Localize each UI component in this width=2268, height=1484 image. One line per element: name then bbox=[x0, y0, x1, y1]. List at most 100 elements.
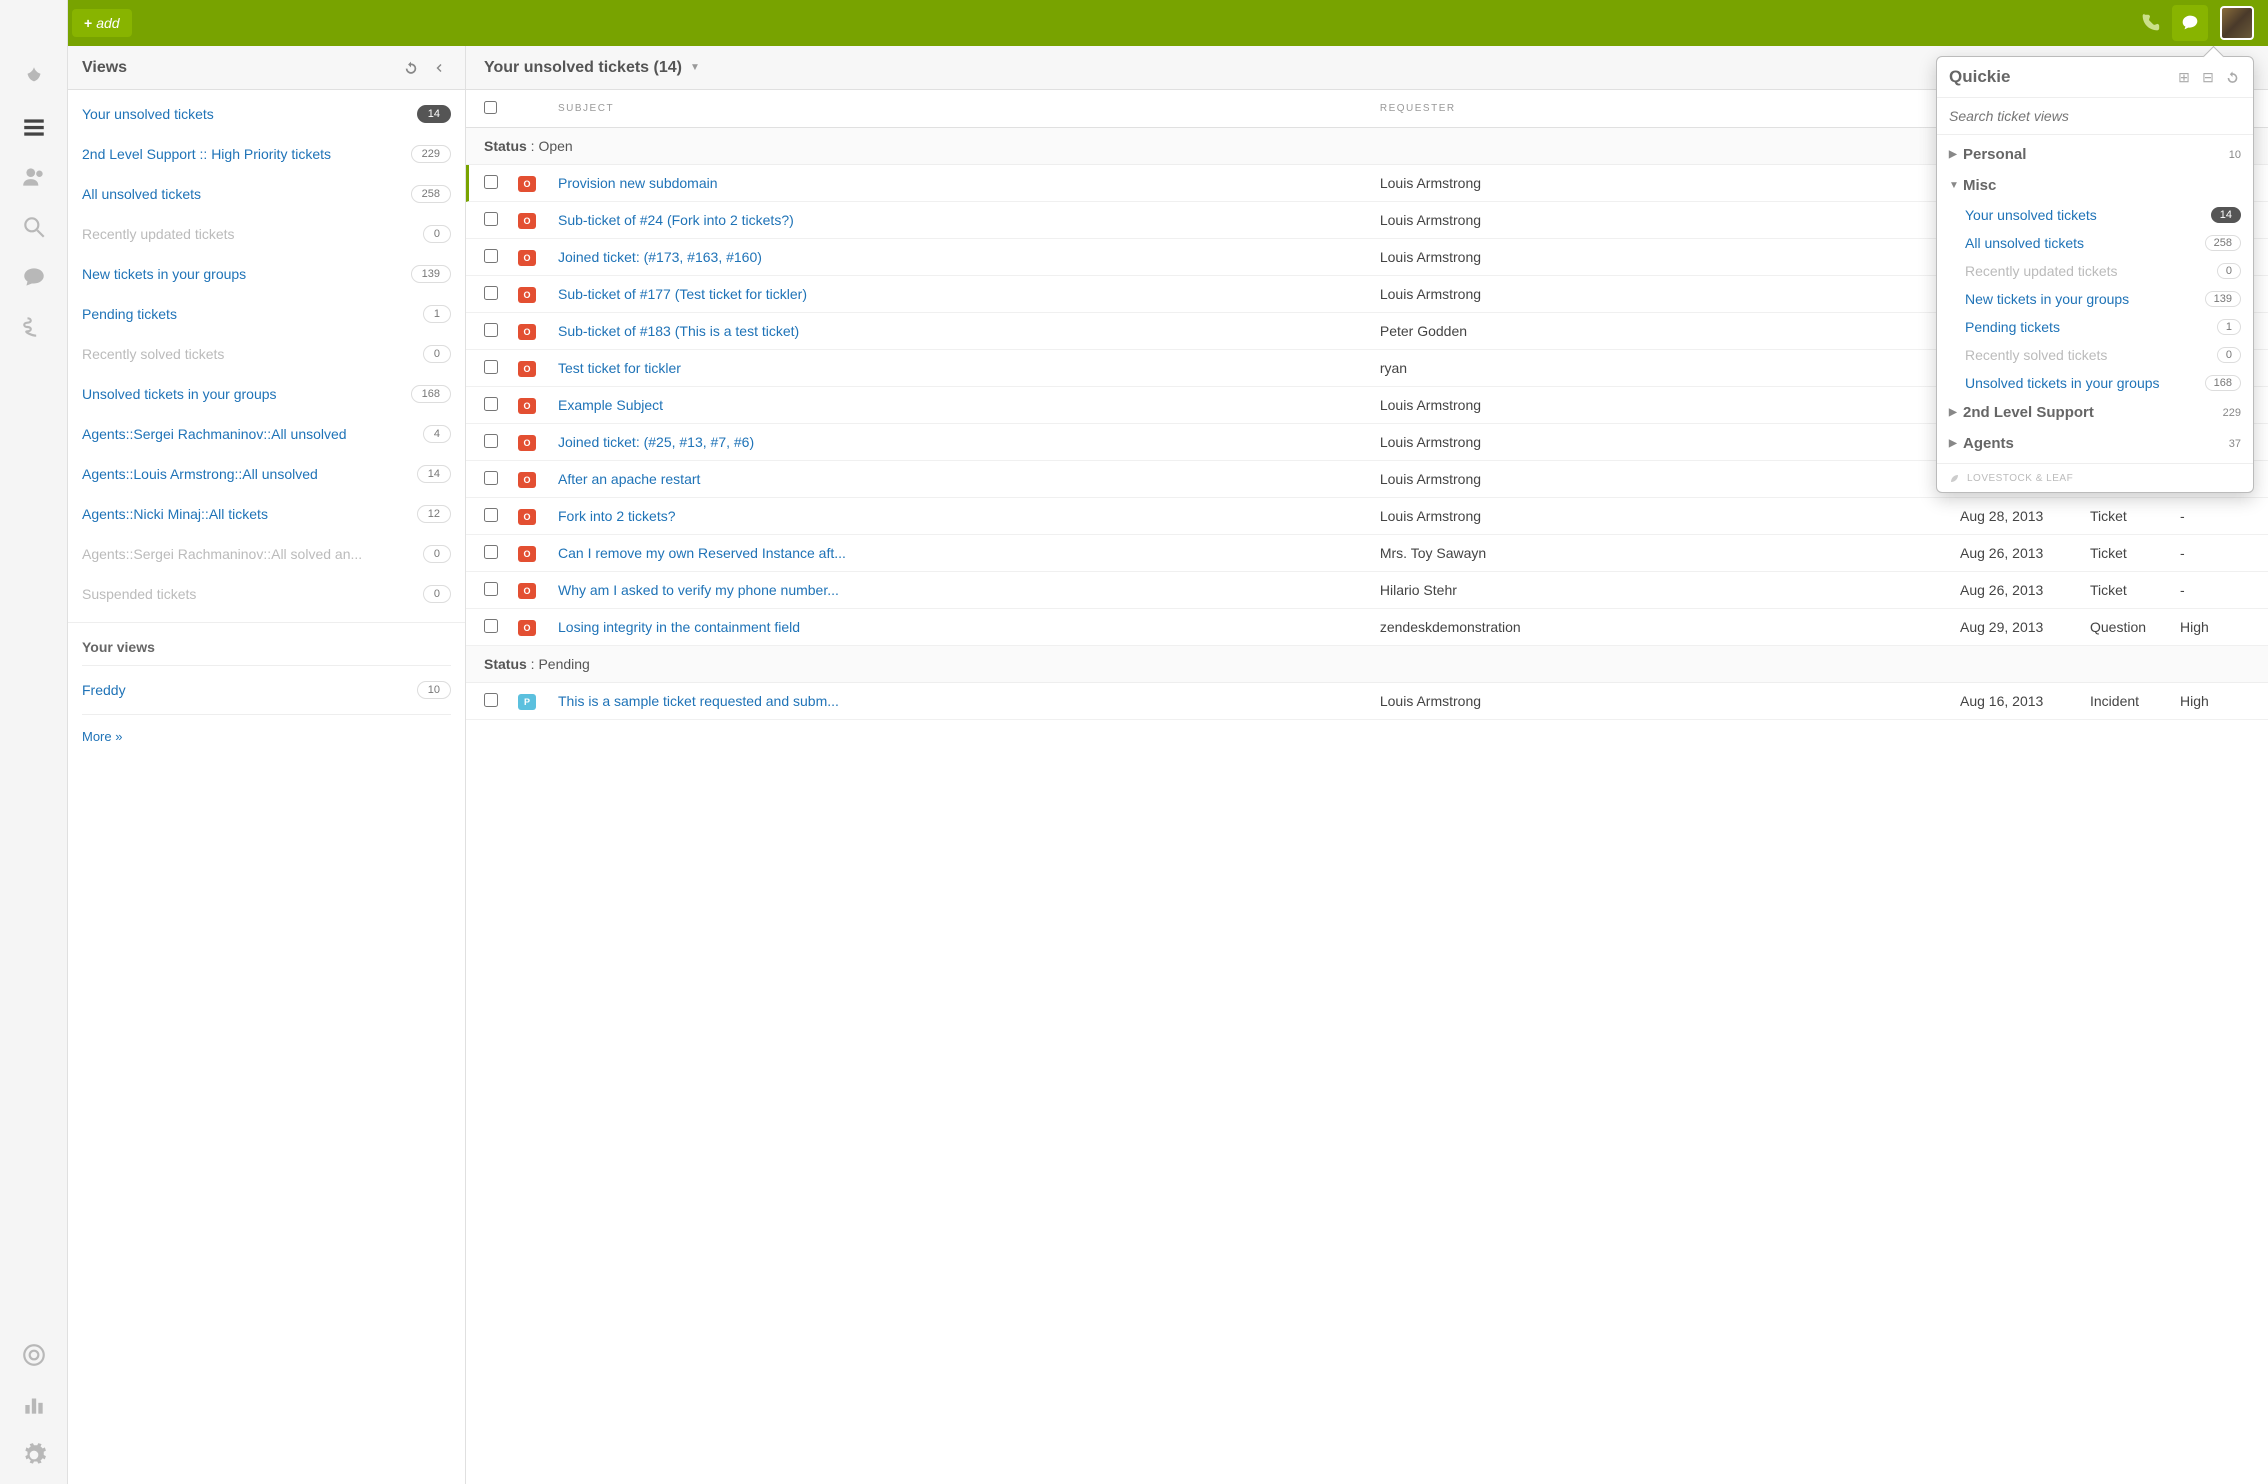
ticket-subject[interactable]: Losing integrity in the containment fiel… bbox=[558, 619, 1380, 635]
view-count: 4 bbox=[423, 425, 451, 443]
ticket-subject[interactable]: Sub-ticket of #183 (This is a test ticke… bbox=[558, 323, 1380, 339]
quickie-toggle-button[interactable] bbox=[2172, 5, 2208, 41]
col-subject[interactable]: SUBJECT bbox=[558, 103, 1380, 114]
topbar: + add bbox=[0, 0, 2268, 46]
quickie-item[interactable]: Your unsolved tickets14 bbox=[1937, 201, 2253, 229]
ticket-subject[interactable]: This is a sample ticket requested and su… bbox=[558, 693, 1380, 709]
view-item[interactable]: Agents::Sergei Rachmaninov::All solved a… bbox=[68, 534, 465, 574]
view-item[interactable]: All unsolved tickets258 bbox=[68, 174, 465, 214]
view-item[interactable]: Suspended tickets0 bbox=[68, 574, 465, 614]
view-item[interactable]: Pending tickets1 bbox=[68, 294, 465, 334]
row-checkbox[interactable] bbox=[484, 175, 498, 189]
ticket-row[interactable]: OLosing integrity in the containment fie… bbox=[466, 609, 2268, 646]
rail-chat[interactable] bbox=[13, 256, 55, 298]
row-checkbox[interactable] bbox=[484, 323, 498, 337]
rail-search[interactable] bbox=[13, 206, 55, 248]
view-item[interactable]: 2nd Level Support :: High Priority ticke… bbox=[68, 134, 465, 174]
quickie-item-label: Recently solved tickets bbox=[1965, 347, 2217, 363]
views-list: Your unsolved tickets142nd Level Support… bbox=[68, 90, 465, 1484]
row-checkbox[interactable] bbox=[484, 212, 498, 226]
view-label: Unsolved tickets in your groups bbox=[82, 386, 411, 402]
view-item[interactable]: Recently solved tickets0 bbox=[68, 334, 465, 374]
rail-settings[interactable] bbox=[13, 1434, 55, 1476]
row-checkbox[interactable] bbox=[484, 286, 498, 300]
row-checkbox[interactable] bbox=[484, 619, 498, 633]
quickie-item-count: 14 bbox=[2211, 207, 2241, 223]
quickie-item[interactable]: Recently solved tickets0 bbox=[1937, 341, 2253, 369]
status-badge: O bbox=[518, 287, 536, 303]
rail-spring[interactable] bbox=[13, 306, 55, 348]
select-all-checkbox[interactable] bbox=[484, 101, 497, 114]
row-checkbox[interactable] bbox=[484, 249, 498, 263]
row-checkbox[interactable] bbox=[484, 545, 498, 559]
row-checkbox[interactable] bbox=[484, 582, 498, 596]
view-item[interactable]: Agents::Sergei Rachmaninov::All unsolved… bbox=[68, 414, 465, 454]
row-checkbox[interactable] bbox=[484, 693, 498, 707]
quickie-item[interactable]: Pending tickets1 bbox=[1937, 313, 2253, 341]
add-button[interactable]: + add bbox=[72, 9, 132, 37]
avatar[interactable] bbox=[2220, 6, 2254, 40]
quickie-group[interactable]: ▶Personal10 bbox=[1937, 139, 2253, 170]
ticket-row[interactable]: PThis is a sample ticket requested and s… bbox=[466, 683, 2268, 720]
quickie-group[interactable]: ▼Misc bbox=[1937, 170, 2253, 201]
bar-chart-icon bbox=[21, 1392, 47, 1418]
ticket-subject[interactable]: Sub-ticket of #177 (Test ticket for tick… bbox=[558, 286, 1380, 302]
ticket-subject[interactable]: Example Subject bbox=[558, 397, 1380, 413]
ticket-type: Ticket bbox=[2090, 545, 2180, 561]
ticket-subject[interactable]: Joined ticket: (#25, #13, #7, #6) bbox=[558, 434, 1380, 450]
view-item[interactable]: Your unsolved tickets14 bbox=[68, 94, 465, 134]
row-checkbox[interactable] bbox=[484, 360, 498, 374]
row-checkbox[interactable] bbox=[484, 471, 498, 485]
phone-icon-button[interactable] bbox=[2132, 5, 2168, 41]
ticket-subject[interactable]: Joined ticket: (#173, #163, #160) bbox=[558, 249, 1380, 265]
ticket-subject[interactable]: Fork into 2 tickets? bbox=[558, 508, 1380, 524]
ticket-subject[interactable]: After an apache restart bbox=[558, 471, 1380, 487]
quickie-collapse-button[interactable]: ⊟ bbox=[2199, 68, 2217, 86]
rail-home[interactable] bbox=[13, 56, 55, 98]
ticket-subject[interactable]: Sub-ticket of #24 (Fork into 2 tickets?) bbox=[558, 212, 1380, 228]
rail-views[interactable] bbox=[13, 106, 55, 148]
refresh-views-button[interactable] bbox=[399, 56, 423, 80]
quickie-search-input[interactable] bbox=[1937, 98, 2253, 135]
quickie-group[interactable]: ▶2nd Level Support229 bbox=[1937, 397, 2253, 428]
rail-help[interactable] bbox=[13, 1334, 55, 1376]
quickie-group[interactable]: ▶Agents37 bbox=[1937, 428, 2253, 459]
ticket-row[interactable]: O Can I remove my own Reserved Instance a… bbox=[466, 535, 2268, 572]
ticket-subject[interactable]: Why am I asked to verify my phone number… bbox=[558, 582, 1380, 598]
quickie-refresh-button[interactable] bbox=[2223, 68, 2241, 86]
row-checkbox[interactable] bbox=[484, 434, 498, 448]
topbar-right bbox=[2132, 5, 2254, 41]
ticket-subject[interactable]: Test ticket for tickler bbox=[558, 360, 1380, 376]
dropdown-caret-icon[interactable]: ▼ bbox=[690, 62, 700, 73]
ticket-row[interactable]: OWhy am I asked to verify my phone numbe… bbox=[466, 572, 2268, 609]
status-badge: O bbox=[518, 324, 536, 340]
quickie-item[interactable]: New tickets in your groups139 bbox=[1937, 285, 2253, 313]
quickie-expand-button[interactable]: ⊞ bbox=[2175, 68, 2193, 86]
view-item[interactable]: New tickets in your groups139 bbox=[68, 254, 465, 294]
row-checkbox[interactable] bbox=[484, 397, 498, 411]
rail-reports[interactable] bbox=[13, 1384, 55, 1426]
quickie-item[interactable]: All unsolved tickets258 bbox=[1937, 229, 2253, 257]
views-title: Views bbox=[82, 59, 395, 77]
rail-users[interactable] bbox=[13, 156, 55, 198]
view-item[interactable]: Recently updated tickets0 bbox=[68, 214, 465, 254]
content-title: Your unsolved tickets (14) bbox=[484, 59, 682, 77]
spring-icon bbox=[21, 314, 47, 340]
ticket-type: Question bbox=[2090, 619, 2180, 635]
view-item[interactable]: Agents::Louis Armstrong::All unsolved14 bbox=[68, 454, 465, 494]
status-badge: O bbox=[518, 546, 536, 562]
ticket-row[interactable]: OFork into 2 tickets?Louis ArmstrongAug … bbox=[466, 498, 2268, 535]
row-checkbox[interactable] bbox=[484, 508, 498, 522]
quickie-item[interactable]: Unsolved tickets in your groups168 bbox=[1937, 369, 2253, 397]
quickie-item[interactable]: Recently updated tickets0 bbox=[1937, 257, 2253, 285]
view-count: 12 bbox=[417, 505, 451, 523]
view-item[interactable]: Unsolved tickets in your groups168 bbox=[68, 374, 465, 414]
ticket-subject[interactable]: Can I remove my own Reserved Instance af… bbox=[558, 545, 1380, 561]
ticket-type: Ticket bbox=[2090, 582, 2180, 598]
view-item[interactable]: Agents::Nicki Minaj::All tickets12 bbox=[68, 494, 465, 534]
ticket-subject[interactable]: Provision new subdomain bbox=[558, 175, 1380, 191]
collapse-views-button[interactable] bbox=[427, 56, 451, 80]
more-link[interactable]: More » bbox=[68, 719, 465, 754]
view-item[interactable]: Freddy10 bbox=[68, 670, 465, 710]
col-requester[interactable]: REQUESTER bbox=[1380, 103, 1960, 114]
